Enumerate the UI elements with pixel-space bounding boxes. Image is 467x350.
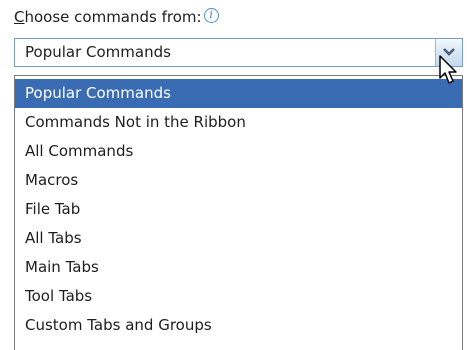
- dropdown-option[interactable]: Custom Tabs and Groups: [15, 311, 462, 340]
- dropdown-option[interactable]: Tool Tabs: [15, 282, 462, 311]
- dropdown-option[interactable]: File Tab: [15, 195, 462, 224]
- dropdown-option[interactable]: Commands Not in the Ribbon: [15, 108, 462, 137]
- choose-commands-panel: Choose commands from: i Popular Commands …: [0, 0, 467, 350]
- label-text: hoose commands from:: [24, 8, 202, 26]
- dropdown-option[interactable]: Popular Commands: [15, 79, 462, 108]
- commands-dropdown-list[interactable]: Popular Commands Commands Not in the Ribb…: [14, 75, 463, 350]
- label-mnemonic: C: [14, 8, 25, 26]
- dropdown-option[interactable]: All Commands: [15, 137, 462, 166]
- dropdown-option[interactable]: All Tabs: [15, 224, 462, 253]
- choose-commands-label: Choose commands from: i: [14, 4, 219, 30]
- dropdown-option[interactable]: Main Tabs: [15, 253, 462, 282]
- dropdown-option[interactable]: Macros: [15, 166, 462, 195]
- info-icon[interactable]: i: [203, 8, 219, 23]
- combobox-selected-value: Popular Commands: [25, 43, 171, 61]
- commands-source-combobox[interactable]: Popular Commands: [14, 38, 463, 67]
- mouse-cursor-icon: [439, 55, 457, 84]
